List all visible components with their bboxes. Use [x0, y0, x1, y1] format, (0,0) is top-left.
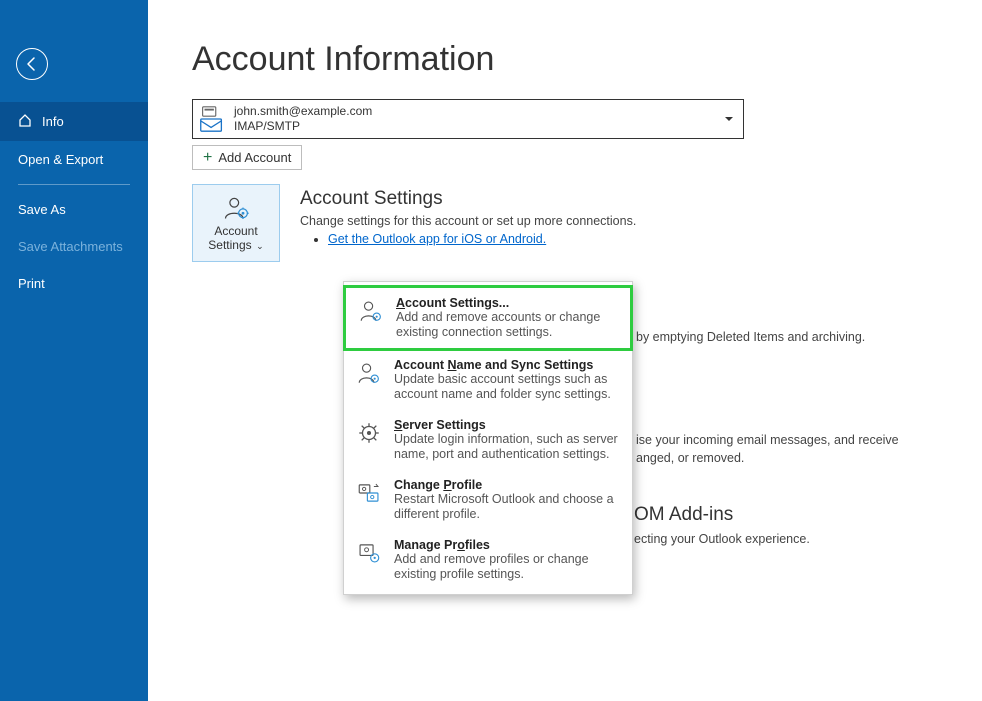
dropdown-caret-icon — [725, 117, 733, 121]
home-icon — [18, 113, 32, 130]
bg-mailbox-fragment: by emptying Deleted Items and archiving. — [636, 328, 865, 346]
account-icon — [196, 103, 228, 135]
account-email: john.smith@example.com — [234, 104, 372, 119]
main-content: Account Information john.smith@example.c… — [148, 0, 982, 701]
sidebar-divider — [18, 184, 130, 185]
menu-title: Change Profile — [394, 478, 620, 492]
menu-title: Account Name and Sync Settings — [394, 358, 620, 372]
menu-item-account-settings[interactable]: Account Settings... Add and remove accou… — [343, 285, 633, 351]
sidebar-label-save-attachments: Save Attachments — [18, 239, 123, 254]
tile-caret-icon: ⌄ — [254, 241, 264, 251]
sidebar-item-save-attachments: Save Attachments — [0, 228, 148, 265]
menu-item-change-profile[interactable]: Change Profile Restart Microsoft Outlook… — [344, 470, 632, 530]
sidebar-label-open-export: Open & Export — [18, 152, 103, 167]
tile-line1: Account — [214, 224, 257, 238]
menu-desc: Update login information, such as server… — [394, 432, 620, 462]
account-settings-tile[interactable]: Account Settings ⌄ — [192, 184, 280, 262]
account-settings-section: Account Settings Change settings for thi… — [300, 184, 636, 262]
add-account-button[interactable]: + Add Account — [192, 145, 302, 170]
backstage-sidebar: Info Open & Export Save As Save Attachme… — [0, 0, 148, 701]
person-gear-icon — [222, 194, 250, 222]
menu-item-name-sync[interactable]: Account Name and Sync Settings Update ba… — [344, 350, 632, 410]
bg-addins-fragment: OM Add-ins ecting your Outlook experienc… — [634, 504, 810, 544]
menu-desc: Add and remove accounts or change existi… — [396, 310, 618, 340]
sidebar-item-save-as[interactable]: Save As — [0, 191, 148, 228]
account-settings-menu: Account Settings... Add and remove accou… — [343, 281, 633, 595]
back-button[interactable] — [16, 48, 48, 80]
profile-gear-icon — [354, 538, 384, 566]
account-protocol: IMAP/SMTP — [234, 119, 372, 134]
back-arrow-icon — [24, 56, 40, 72]
menu-desc: Restart Microsoft Outlook and choose a d… — [394, 492, 620, 522]
add-account-label: Add Account — [218, 150, 291, 165]
sidebar-label-info: Info — [42, 114, 64, 129]
section-desc: Change settings for this account or set … — [300, 214, 636, 228]
person-gear-icon — [354, 358, 384, 386]
gear-icon — [354, 418, 384, 446]
plus-icon: + — [203, 152, 212, 164]
menu-title: Account Settings... — [396, 296, 618, 310]
bg-rules-fragment: ise your incoming email messages, and re… — [636, 431, 899, 467]
menu-item-manage-profiles[interactable]: Manage Profiles Add and remove profiles … — [344, 530, 632, 590]
menu-title: Server Settings — [394, 418, 620, 432]
sidebar-item-open-export[interactable]: Open & Export — [0, 141, 148, 178]
section-heading: Account Settings — [300, 188, 636, 210]
sidebar-label-print: Print — [18, 276, 45, 291]
tile-line2: Settings — [208, 238, 251, 252]
profile-swap-icon — [354, 478, 384, 506]
outlook-app-link[interactable]: Get the Outlook app for iOS or Android. — [328, 232, 546, 246]
menu-desc: Add and remove profiles or change existi… — [394, 552, 620, 582]
menu-title: Manage Profiles — [394, 538, 620, 552]
menu-item-server-settings[interactable]: Server Settings Update login information… — [344, 410, 632, 470]
menu-desc: Update basic account settings such as ac… — [394, 372, 620, 402]
account-picker[interactable]: john.smith@example.com IMAP/SMTP — [192, 99, 744, 139]
person-gear-icon — [356, 296, 386, 324]
sidebar-item-info[interactable]: Info — [0, 102, 148, 141]
page-title: Account Information — [192, 40, 982, 79]
sidebar-item-print[interactable]: Print — [0, 265, 148, 302]
sidebar-label-save-as: Save As — [18, 202, 66, 217]
